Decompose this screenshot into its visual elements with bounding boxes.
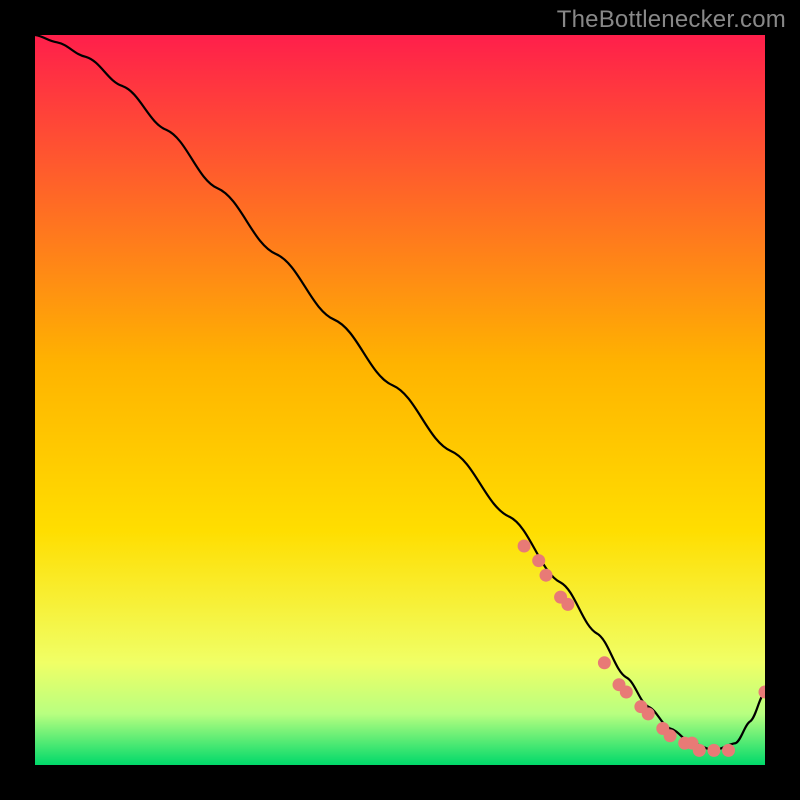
- highlight-point: [722, 744, 735, 757]
- highlight-point: [664, 729, 677, 742]
- watermark-text: TheBottlenecker.com: [557, 6, 786, 34]
- gradient-background: [35, 35, 765, 765]
- bottleneck-chart: [35, 35, 765, 765]
- highlight-point: [620, 686, 633, 699]
- highlight-point: [707, 744, 720, 757]
- highlight-point: [642, 707, 655, 720]
- highlight-point: [518, 540, 531, 553]
- highlight-point: [540, 569, 553, 582]
- highlight-point: [598, 656, 611, 669]
- highlight-point: [561, 598, 574, 611]
- highlight-point: [693, 744, 706, 757]
- highlight-point: [532, 554, 545, 567]
- chart-stage: TheBottlenecker.com: [0, 0, 800, 800]
